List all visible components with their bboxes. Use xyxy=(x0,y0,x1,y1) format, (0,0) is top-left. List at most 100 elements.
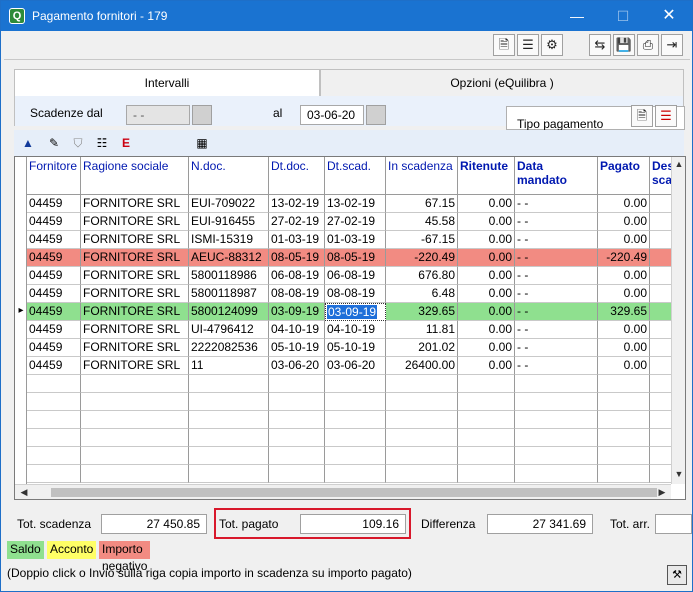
empty-cell[interactable] xyxy=(386,429,458,447)
table-cell-datamand[interactable]: - - xyxy=(515,195,598,213)
empty-cell[interactable] xyxy=(325,411,386,429)
empty-cell[interactable] xyxy=(27,429,81,447)
empty-cell[interactable] xyxy=(269,465,325,483)
calendar-al-button[interactable] xyxy=(366,105,386,125)
empty-cell[interactable] xyxy=(189,411,269,429)
scroll-down-icon[interactable]: ▼ xyxy=(672,469,685,479)
empty-cell[interactable] xyxy=(189,429,269,447)
column-header-fornitore[interactable]: Fornitore xyxy=(27,157,81,195)
column-header-dtdoc[interactable]: Dt.doc. xyxy=(269,157,325,195)
table-cell-ragione[interactable]: FORNITORE SRL xyxy=(81,357,189,375)
empty-cell[interactable] xyxy=(27,393,81,411)
table-cell-ritenute[interactable]: 0.00 xyxy=(458,339,515,357)
table-cell-datamand[interactable]: - - xyxy=(515,357,598,375)
sort-up-icon[interactable]: ▲ xyxy=(17,132,39,154)
empty-cell[interactable] xyxy=(325,465,386,483)
table-cell-dtdoc[interactable]: 05-10-19 xyxy=(269,339,325,357)
table-cell-datamand[interactable]: - - xyxy=(515,267,598,285)
calendar-dal-button[interactable] xyxy=(192,105,212,125)
swap-icon[interactable]: ⇆ xyxy=(589,34,611,56)
tipo-pagamento-clear-icon[interactable]: ☰ xyxy=(655,105,677,127)
empty-cell[interactable] xyxy=(515,429,598,447)
table-cell-desc[interactable] xyxy=(650,213,671,231)
table-cell-ndoc[interactable]: 5800124099 xyxy=(189,303,269,321)
table-cell-dtscad[interactable]: 01-03-19 xyxy=(325,231,386,249)
table-cell-inscad[interactable]: 6.48 xyxy=(386,285,458,303)
table-cell-pagato[interactable]: 0.00 xyxy=(598,267,650,285)
filter-icon[interactable]: ⛉ xyxy=(67,132,89,154)
table-cell-dtdoc[interactable]: 08-08-19 xyxy=(269,285,325,303)
empty-cell[interactable] xyxy=(27,465,81,483)
save-icon[interactable]: 💾 xyxy=(613,34,635,56)
table-cell-dtscad[interactable]: 27-02-19 xyxy=(325,213,386,231)
column-header-pagato[interactable]: Pagato xyxy=(598,157,650,195)
table-cell-dtscad[interactable]: 05-10-19 xyxy=(325,339,386,357)
table-cell-ragione[interactable]: FORNITORE SRL xyxy=(81,339,189,357)
tipo-pagamento-list-icon[interactable]: 🗎 xyxy=(631,105,653,127)
table-cell-pagato[interactable]: 0.00 xyxy=(598,195,650,213)
empty-cell[interactable] xyxy=(515,375,598,393)
empty-cell[interactable] xyxy=(386,465,458,483)
column-header-ritenute[interactable]: Ritenute xyxy=(458,157,515,195)
table-cell-ritenute[interactable]: 0.00 xyxy=(458,213,515,231)
table-cell-fornitore[interactable]: 04459 xyxy=(27,249,81,267)
table-cell-ndoc[interactable]: 5800118986 xyxy=(189,267,269,285)
table-cell-datamand[interactable]: - - xyxy=(515,339,598,357)
empty-cell[interactable] xyxy=(650,411,671,429)
table-cell-dtdoc[interactable]: 06-08-19 xyxy=(269,267,325,285)
table-cell-ndoc[interactable]: 5800118987 xyxy=(189,285,269,303)
empty-cell[interactable] xyxy=(650,465,671,483)
table-cell-desc[interactable] xyxy=(650,249,671,267)
empty-cell[interactable] xyxy=(189,465,269,483)
table-cell-pagato[interactable]: 0.00 xyxy=(598,231,650,249)
table-cell-desc[interactable] xyxy=(650,303,671,321)
empty-cell[interactable] xyxy=(386,375,458,393)
table-cell-inscad[interactable]: 45.58 xyxy=(386,213,458,231)
empty-cell[interactable] xyxy=(81,429,189,447)
empty-cell[interactable] xyxy=(458,429,515,447)
table-cell-pagato[interactable]: -220.49 xyxy=(598,249,650,267)
empty-cell[interactable] xyxy=(598,411,650,429)
table-cell-pagato[interactable]: 0.00 xyxy=(598,285,650,303)
horizontal-scrollbar[interactable]: ◀ ▶ xyxy=(15,484,671,499)
table-cell-fornitore[interactable]: 04459 xyxy=(27,267,81,285)
empty-cell[interactable] xyxy=(27,411,81,429)
table-cell-ritenute[interactable]: 0.00 xyxy=(458,231,515,249)
empty-cell[interactable] xyxy=(269,375,325,393)
table-cell-pagato[interactable]: 329.65 xyxy=(598,303,650,321)
edit-filter-icon[interactable]: ✎ xyxy=(43,132,65,154)
tab-intervalli[interactable]: Intervalli xyxy=(14,69,320,97)
table-cell-pagato[interactable]: 0.00 xyxy=(598,357,650,375)
empty-cell[interactable] xyxy=(598,447,650,465)
empty-cell[interactable] xyxy=(458,393,515,411)
empty-cell[interactable] xyxy=(650,393,671,411)
table-cell-dtdoc[interactable]: 08-05-19 xyxy=(269,249,325,267)
table-cell-inscad[interactable]: 201.02 xyxy=(386,339,458,357)
table-cell-dtscad[interactable]: 06-08-19 xyxy=(325,267,386,285)
empty-cell[interactable] xyxy=(598,465,650,483)
column-header-inscad[interactable]: In scadenza xyxy=(386,157,458,195)
table-cell-pagato[interactable]: 0.00 xyxy=(598,213,650,231)
table-cell-ritenute[interactable]: 0.00 xyxy=(458,195,515,213)
empty-cell[interactable] xyxy=(27,375,81,393)
empty-cell[interactable] xyxy=(458,447,515,465)
scadenze-grid[interactable]: Fornitore Ragione sociale N.doc. Dt.doc. Dt.… xyxy=(14,156,686,500)
table-cell-dtdoc[interactable]: 27-02-19 xyxy=(269,213,325,231)
empty-cell[interactable] xyxy=(515,393,598,411)
table-cell-datamand[interactable]: - - xyxy=(515,213,598,231)
maximize-button[interactable]: ☐ xyxy=(600,1,646,31)
table-cell-fornitore[interactable]: 04459 xyxy=(27,285,81,303)
table-cell-dtdoc[interactable]: 04-10-19 xyxy=(269,321,325,339)
table-cell-dtdoc[interactable]: 13-02-19 xyxy=(269,195,325,213)
vertical-scrollbar[interactable]: ▲ ▼ xyxy=(671,157,685,484)
table-cell-desc[interactable] xyxy=(650,285,671,303)
table-cell-ragione[interactable]: FORNITORE SRL xyxy=(81,321,189,339)
table-cell-inscad[interactable]: -220.49 xyxy=(386,249,458,267)
empty-cell[interactable] xyxy=(325,429,386,447)
empty-cell[interactable] xyxy=(515,447,598,465)
empty-cell[interactable] xyxy=(650,429,671,447)
close-button[interactable]: ✕ xyxy=(646,1,692,31)
empty-cell[interactable] xyxy=(515,411,598,429)
table-cell-fornitore[interactable]: 04459 xyxy=(27,195,81,213)
table-cell-inscad[interactable]: 676.80 xyxy=(386,267,458,285)
